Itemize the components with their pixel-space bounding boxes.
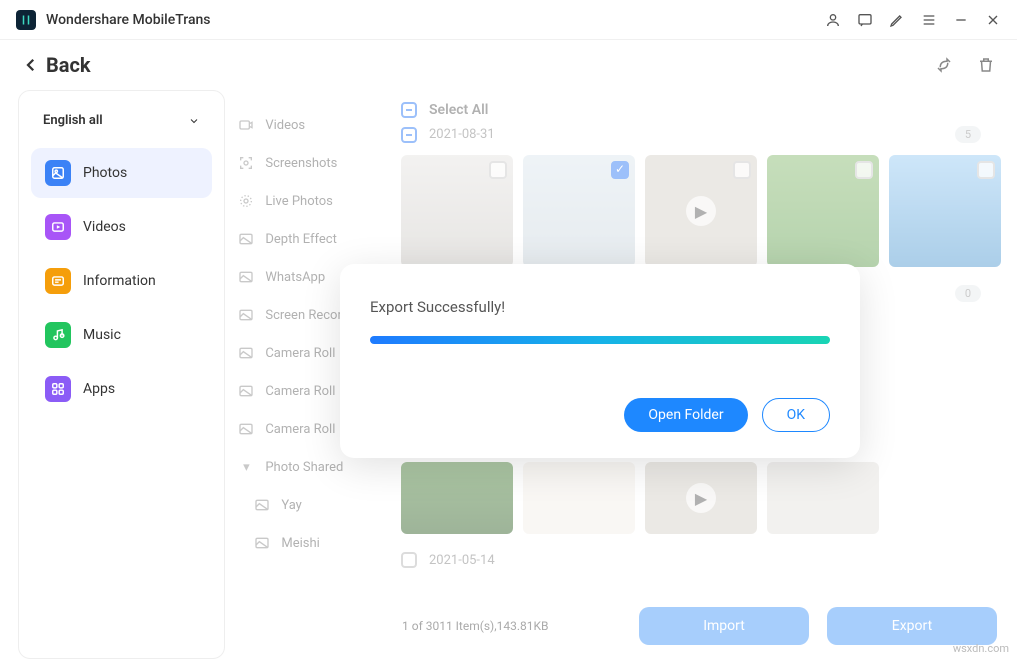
date-checkbox[interactable] (401, 127, 417, 143)
nav-music[interactable]: Music (31, 310, 212, 360)
photo-thumb[interactable] (523, 462, 635, 534)
album-screenshots[interactable]: Screenshots (229, 144, 389, 182)
album-label: WhatsApp (265, 270, 325, 285)
thumb-checkbox[interactable] (611, 161, 629, 179)
album-label: Videos (265, 118, 305, 133)
livephoto-icon (237, 192, 255, 210)
menu-icon[interactable] (921, 12, 937, 28)
info-icon (45, 268, 71, 294)
date-label: 2021-08-31 (429, 127, 495, 142)
album-videos[interactable]: Videos (229, 106, 389, 144)
nav-photos[interactable]: Photos (31, 148, 212, 198)
album-label: Meishi (281, 536, 319, 551)
progress-bar (370, 336, 830, 344)
nav-videos[interactable]: Videos (31, 202, 212, 252)
titlebar: Wondershare MobileTrans (0, 0, 1017, 40)
video-icon (237, 116, 255, 134)
image-icon (237, 230, 255, 248)
play-icon: ▶ (686, 196, 716, 226)
back-label: Back (46, 53, 91, 77)
account-icon[interactable] (825, 12, 841, 28)
caret-down-icon: ▾ (237, 458, 255, 476)
select-all-checkbox[interactable] (401, 102, 417, 118)
nav-label: Apps (83, 381, 115, 397)
photo-thumb[interactable]: ▶ (645, 462, 757, 534)
open-folder-button[interactable]: Open Folder (624, 398, 747, 432)
ok-button[interactable]: OK (762, 398, 830, 432)
photo-thumb[interactable] (767, 462, 879, 534)
message-icon[interactable] (857, 12, 873, 28)
image-icon (237, 420, 255, 438)
app-logo (16, 10, 36, 30)
album-label: Camera Roll (265, 422, 335, 437)
modal-title: Export Successfully! (370, 298, 830, 316)
edit-icon[interactable] (889, 12, 905, 28)
album-label: Depth Effect (265, 232, 336, 247)
photo-thumb[interactable] (401, 155, 513, 267)
album-livephotos[interactable]: Live Photos (229, 182, 389, 220)
selection-info: 1 of 3011 Item(s),143.81KB (402, 619, 548, 633)
image-icon (253, 534, 271, 552)
nav-apps[interactable]: Apps (31, 364, 212, 414)
export-success-modal: Export Successfully! Open Folder OK (340, 264, 860, 458)
album-label: Photo Shared (265, 460, 343, 475)
language-dropdown[interactable]: English all (31, 107, 212, 134)
back-button[interactable]: Back (22, 53, 91, 77)
footer: 1 of 3011 Item(s),143.81KB Import Export (402, 607, 997, 645)
photo-thumb[interactable] (401, 462, 513, 534)
nav-label: Information (83, 273, 156, 289)
date-label: 2021-05-14 (429, 553, 495, 568)
select-all-label: Select All (429, 102, 488, 118)
album-yay[interactable]: Yay (229, 486, 389, 524)
music-icon (45, 322, 71, 348)
play-icon: ▶ (686, 483, 716, 513)
photo-thumb[interactable] (523, 155, 635, 267)
date-checkbox[interactable] (401, 552, 417, 568)
refresh-icon[interactable] (935, 56, 953, 74)
thumb-checkbox[interactable] (855, 161, 873, 179)
image-icon (237, 268, 255, 286)
app-title: Wondershare MobileTrans (46, 12, 211, 28)
nav-label: Music (83, 327, 121, 343)
screenshot-icon (237, 154, 255, 172)
thumb-checkbox[interactable] (489, 161, 507, 179)
image-icon (253, 496, 271, 514)
category-sidebar: English all Photos Videos Information Mu… (18, 90, 225, 659)
album-deptheffect[interactable]: Depth Effect (229, 220, 389, 258)
album-label: Screenshots (265, 156, 337, 171)
thumb-checkbox[interactable] (977, 161, 995, 179)
nav-label: Photos (83, 165, 127, 181)
nav-label: Videos (83, 219, 126, 235)
backbar: Back (0, 40, 1017, 90)
export-button[interactable]: Export (827, 607, 997, 645)
photos-icon (45, 160, 71, 186)
image-icon (237, 344, 255, 362)
album-label: Live Photos (265, 194, 333, 209)
nav-information[interactable]: Information (31, 256, 212, 306)
image-icon (237, 306, 255, 324)
chevron-down-icon (188, 115, 200, 127)
minimize-icon[interactable] (953, 12, 969, 28)
close-icon[interactable] (985, 12, 1001, 28)
thumb-checkbox[interactable] (733, 161, 751, 179)
photo-thumb[interactable] (767, 155, 879, 267)
videos-icon (45, 214, 71, 240)
import-button[interactable]: Import (639, 607, 809, 645)
image-icon (237, 382, 255, 400)
photo-thumb[interactable] (889, 155, 1001, 267)
apps-icon (45, 376, 71, 402)
album-label: Camera Roll (265, 346, 335, 361)
delete-icon[interactable] (977, 56, 995, 74)
count-badge: 0 (955, 285, 981, 302)
photo-thumb[interactable]: ▶ (645, 155, 757, 267)
watermark: wsxdn.com (953, 642, 1009, 655)
album-meishi[interactable]: Meishi (229, 524, 389, 562)
album-label: Yay (281, 498, 301, 513)
count-badge: 5 (955, 126, 981, 143)
album-label: Camera Roll (265, 384, 335, 399)
dropdown-label: English all (43, 113, 103, 128)
